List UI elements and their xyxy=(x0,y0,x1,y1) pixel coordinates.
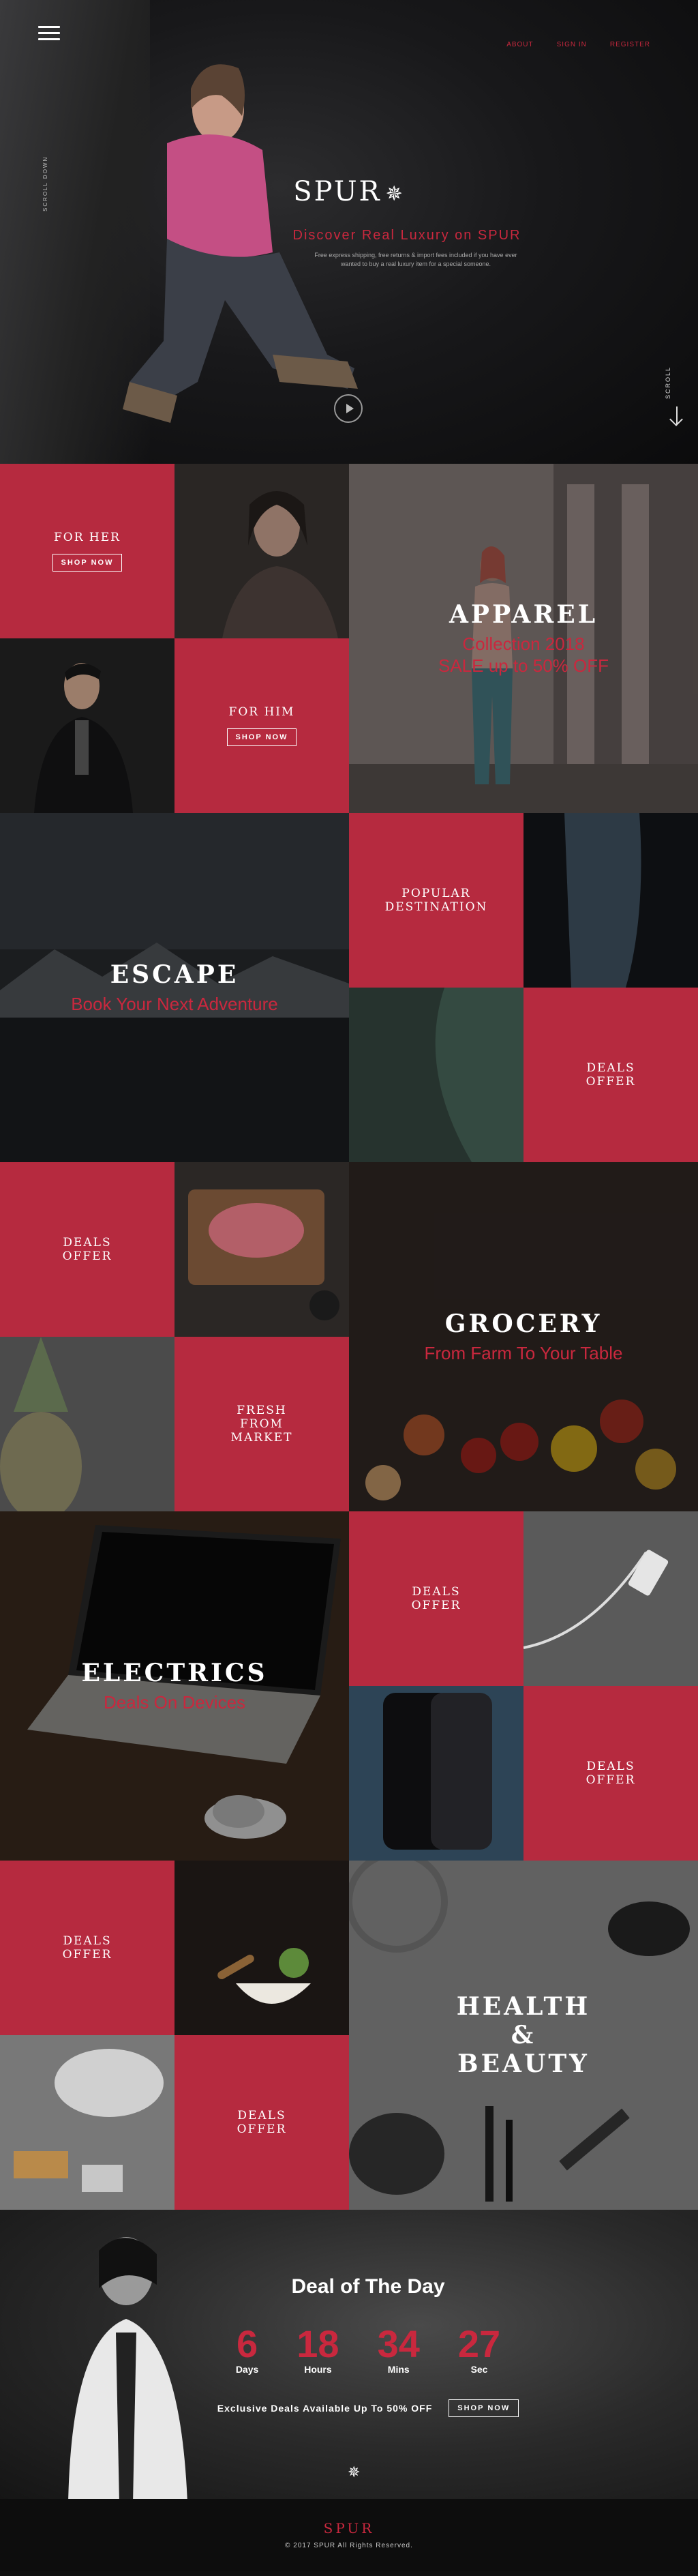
escape-overlay: ESCAPE Book Your Next Adventure xyxy=(0,813,349,1162)
escape-block: ESCAPE Book Your Next Adventure POPULAR … xyxy=(0,813,698,1162)
electrics-subtitle: Deals On Devices xyxy=(103,1692,246,1713)
electrics-deals-title-1: DEALS OFFER xyxy=(411,1585,461,1612)
phone-image xyxy=(349,1686,524,1861)
footer-logo[interactable]: SPUR xyxy=(324,2520,375,2536)
grocery-deals-title: DEALS OFFER xyxy=(62,1236,112,1263)
beauty-deals-title-1: DEALS OFFER xyxy=(62,1934,112,1961)
beauty-title-1: HEALTH xyxy=(456,1992,591,2021)
hero-logo: SPUR ✵ xyxy=(0,176,698,207)
beauty-deals-tile-2[interactable]: DEALS OFFER xyxy=(174,2035,349,2210)
hero-section: ABOUT SIGN IN REGISTER SCROLL DOWN SPUR ✵… xyxy=(0,0,698,464)
countdown: 6 Days 18 Hours 34 Mins 27 Sec xyxy=(191,2324,545,2375)
for-her-shop-button[interactable]: SHOP NOW xyxy=(52,554,123,572)
for-her-tile[interactable]: FOR HER SHOP NOW xyxy=(0,464,174,638)
beauty-feature[interactable]: HEALTH & BEAUTY xyxy=(349,1861,698,2210)
mortar-pestle-image xyxy=(174,1861,349,2035)
grocery-title: GROCERY xyxy=(444,1309,603,1338)
apparel-sale: SALE up to 50% OFF xyxy=(438,655,609,676)
grocery-feature[interactable]: GROCERY From Farm To Your Table xyxy=(349,1162,698,1511)
deal-title: Deal of The Day xyxy=(291,2275,445,2298)
escape-feature[interactable]: ESCAPE Book Your Next Adventure xyxy=(0,813,349,1162)
electrics-overlay: ELECTRICS Deals On Devices xyxy=(0,1511,349,1861)
top-nav: ABOUT SIGN IN REGISTER xyxy=(506,41,650,48)
electrics-feature[interactable]: ELECTRICS Deals On Devices xyxy=(0,1511,349,1861)
hamburger-menu-icon[interactable] xyxy=(38,26,60,41)
pineapple-image xyxy=(0,1337,174,1511)
countdown-days-unit: Days xyxy=(235,2364,259,2375)
cliff-climber-image xyxy=(524,813,698,988)
logo-text: SPUR xyxy=(293,176,382,207)
aerial-water-image xyxy=(349,988,524,1162)
countdown-hours-value: 18 xyxy=(297,2322,339,2365)
for-him-tile[interactable]: FOR HIM SHOP NOW xyxy=(174,638,349,813)
scroll-label: SCROLL xyxy=(665,366,671,399)
countdown-days-value: 6 xyxy=(236,2322,258,2365)
countdown-secs-unit: Sec xyxy=(470,2364,488,2375)
for-him-title: FOR HIM xyxy=(228,705,295,719)
grocery-overlay: GROCERY From Farm To Your Table xyxy=(349,1162,698,1511)
grocery-subtitle: From Farm To Your Table xyxy=(424,1343,623,1363)
apparel-overlay: APPAREL Collection 2018 SALE up to 50% O… xyxy=(349,464,698,813)
electrics-deals-title-2: DEALS OFFER xyxy=(586,1760,636,1787)
beauty-title-3: BEAUTY xyxy=(457,2049,590,2078)
countdown-days: 6 Days xyxy=(236,2324,258,2375)
man-portrait-image xyxy=(0,638,174,813)
footer: SPUR © 2017 SPUR All Rights Reserved. xyxy=(0,2499,698,2571)
electrics-deals-tile-1[interactable]: DEALS OFFER xyxy=(349,1511,524,1686)
arrow-down-icon xyxy=(676,406,678,424)
electrics-title: ELECTRICS xyxy=(81,1659,268,1687)
countdown-hours-unit: Hours xyxy=(304,2364,332,2375)
grocery-deals-tile[interactable]: DEALS OFFER xyxy=(0,1162,174,1337)
apparel-block: FOR HER SHOP NOW FOR HIM SHOP NOW APPARE… xyxy=(0,464,698,813)
deal-text: Exclusive Deals Available Up To 50% OFF xyxy=(217,2403,433,2414)
beauty-title-2: & xyxy=(511,2021,536,2049)
fresh-market-title: FRESH FROM MARKET xyxy=(230,1404,293,1445)
fresh-market-tile[interactable]: FRESH FROM MARKET xyxy=(174,1337,349,1511)
deal-cta-row: Exclusive Deals Available Up To 50% OFF … xyxy=(191,2399,545,2417)
escape-subtitle: Book Your Next Adventure xyxy=(71,994,278,1014)
beauty-block: DEALS OFFER DEALS OFFER HEALTH & BEAUTY xyxy=(0,1861,698,2210)
beauty-deals-title-2: DEALS OFFER xyxy=(237,2109,287,2136)
hero-description: Free express shipping, free returns & im… xyxy=(314,252,517,267)
beauty-deals-tile-1[interactable]: DEALS OFFER xyxy=(0,1861,174,2035)
for-him-shop-button[interactable]: SHOP NOW xyxy=(226,728,297,746)
apparel-feature[interactable]: APPAREL Collection 2018 SALE up to 50% O… xyxy=(349,464,698,813)
electrics-block: ELECTRICS Deals On Devices DEALS OFFER D… xyxy=(0,1511,698,1861)
meat-image xyxy=(174,1162,349,1337)
play-video-icon[interactable] xyxy=(334,394,363,423)
woman-portrait-image xyxy=(174,464,349,638)
countdown-secs: 27 Sec xyxy=(458,2324,500,2375)
grocery-block: DEALS OFFER FRESH FROM MARKET GROCERY Fr… xyxy=(0,1162,698,1511)
popular-destination-tile[interactable]: POPULAR DESTINATION xyxy=(349,813,524,988)
apparel-subtitle: Collection 2018 xyxy=(462,634,585,654)
deal-model-image xyxy=(68,2237,187,2499)
usb-cable-image xyxy=(524,1511,698,1686)
popular-destination-title: POPULAR DESTINATION xyxy=(384,887,488,914)
electrics-deals-tile-2[interactable]: DEALS OFFER xyxy=(524,1686,698,1861)
escape-deals-title: DEALS OFFER xyxy=(586,1061,636,1089)
deal-of-the-day-section: Deal of The Day 6 Days 18 Hours 34 Mins … xyxy=(0,2210,698,2499)
escape-title: ESCAPE xyxy=(110,960,239,989)
spa-towels-image xyxy=(0,2035,174,2210)
deal-shop-button[interactable]: SHOP NOW xyxy=(449,2399,519,2417)
footer-copyright: © 2017 SPUR All Rights Reserved. xyxy=(285,2542,413,2549)
hero-tagline: Discover Real Luxury on SPUR xyxy=(292,228,521,243)
sun-icon: ✵ xyxy=(348,2463,361,2481)
escape-deals-tile[interactable]: DEALS OFFER xyxy=(524,988,698,1162)
apparel-title: APPAREL xyxy=(449,600,598,629)
nav-about-link[interactable]: ABOUT xyxy=(506,41,533,48)
countdown-mins: 34 Mins xyxy=(378,2324,420,2375)
countdown-mins-unit: Mins xyxy=(387,2364,410,2375)
countdown-secs-value: 27 xyxy=(457,2322,501,2365)
for-her-title: FOR HER xyxy=(54,531,121,544)
sun-icon: ✵ xyxy=(385,182,405,206)
countdown-hours: 18 Hours xyxy=(297,2324,339,2375)
nav-signin-link[interactable]: SIGN IN xyxy=(557,41,587,48)
beauty-overlay: HEALTH & BEAUTY xyxy=(349,1861,698,2210)
countdown-mins-value: 34 xyxy=(377,2322,420,2365)
nav-register-link[interactable]: REGISTER xyxy=(610,41,650,48)
